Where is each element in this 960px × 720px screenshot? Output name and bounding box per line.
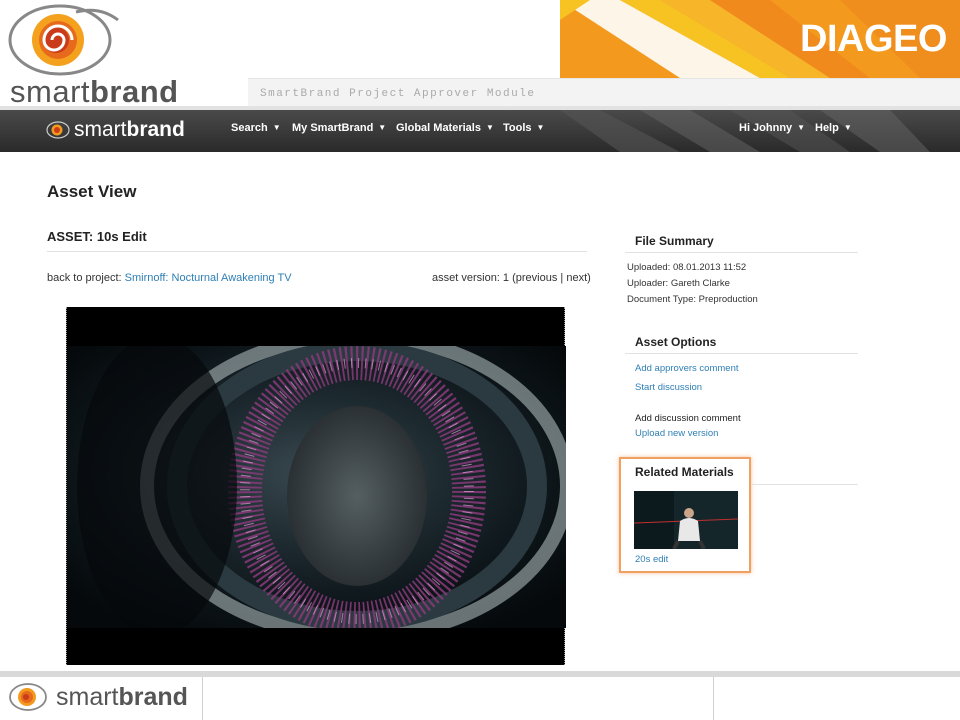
nav-help-menu[interactable]: Help ▼ [815,122,852,134]
footer-logo: smartbrand [8,682,188,712]
document-type: Document Type: Preproduction [627,294,758,305]
navbar-logo[interactable]: smartbrand [46,118,185,142]
nav-user-menu[interactable]: Hi Johnny ▼ [739,122,805,134]
nav-tools-menu[interactable]: Tools ▼ [503,122,544,134]
caret-down-icon: ▼ [378,123,387,132]
upload-new-version-link[interactable]: Upload new version [635,428,718,439]
asset-options-heading: Asset Options [635,335,717,349]
footer-wordmark: smartbrand [56,682,188,711]
caret-down-icon: ▼ [843,123,852,132]
add-discussion-comment-link[interactable]: Add discussion comment [635,413,741,424]
previous-version-link[interactable]: previous [516,272,558,284]
smartbrand-swirl-logo-icon [8,4,119,76]
file-summary-heading: File Summary [635,234,714,248]
diageo-logo: DIAGEO [800,18,947,60]
project-link[interactable]: Smirnoff: Nocturnal Awakening TV [125,272,292,284]
video-frame [67,346,566,628]
asset-heading: ASSET: 10s Edit [47,229,147,244]
module-title-strip: SmartBrand Project Approver Module [248,78,960,108]
start-discussion-link[interactable]: Start discussion [635,382,702,393]
navbar-wordmark: smartbrand [74,118,185,141]
thumbnail-image [634,491,738,549]
related-material-link[interactable]: 20s edit [635,554,668,565]
related-material-thumbnail[interactable] [634,491,738,549]
related-materials-heading: Related Materials [635,465,734,479]
smartbrand-swirl-icon [9,683,47,711]
divider [752,484,858,485]
main-navbar: smartbrand Search ▼ My SmartBrand ▼ Global… [0,110,960,152]
uploaded-date: Uploaded: 08.01.2013 11:52 [627,262,747,273]
nav-search-menu[interactable]: Search ▼ [231,122,281,134]
caret-down-icon: ▼ [536,123,545,132]
video-player[interactable] [66,307,566,665]
footer-separator [713,677,714,720]
back-to-project: back to project: Smirnoff: Nocturnal Awa… [47,272,292,284]
next-version-link[interactable]: next [566,272,587,284]
add-approvers-comment-link[interactable]: Add approvers comment [635,363,739,374]
asset-version-nav: asset version: 1 (previous | next) [432,272,591,284]
caret-down-icon: ▼ [485,123,494,132]
divider [625,353,858,354]
branding-banner: smartbrand DIAGEO SmartBrand Project App… [0,0,960,110]
page-title: Asset View [47,182,137,201]
caret-down-icon: ▼ [797,123,806,132]
divider [47,251,587,252]
divider [625,252,858,253]
smartbrand-swirl-icon [46,121,70,139]
footer-separator [202,677,203,720]
nav-global-materials-menu[interactable]: Global Materials ▼ [396,122,494,134]
uploader-name: Uploader: Gareth Clarke [627,278,730,289]
footer: smartbrand [0,677,960,720]
smartbrand-wordmark: smartbrand [10,74,179,109]
nav-my-smartbrand-menu[interactable]: My SmartBrand ▼ [292,122,386,134]
module-title: SmartBrand Project Approver Module [260,88,536,100]
caret-down-icon: ▼ [272,123,281,132]
